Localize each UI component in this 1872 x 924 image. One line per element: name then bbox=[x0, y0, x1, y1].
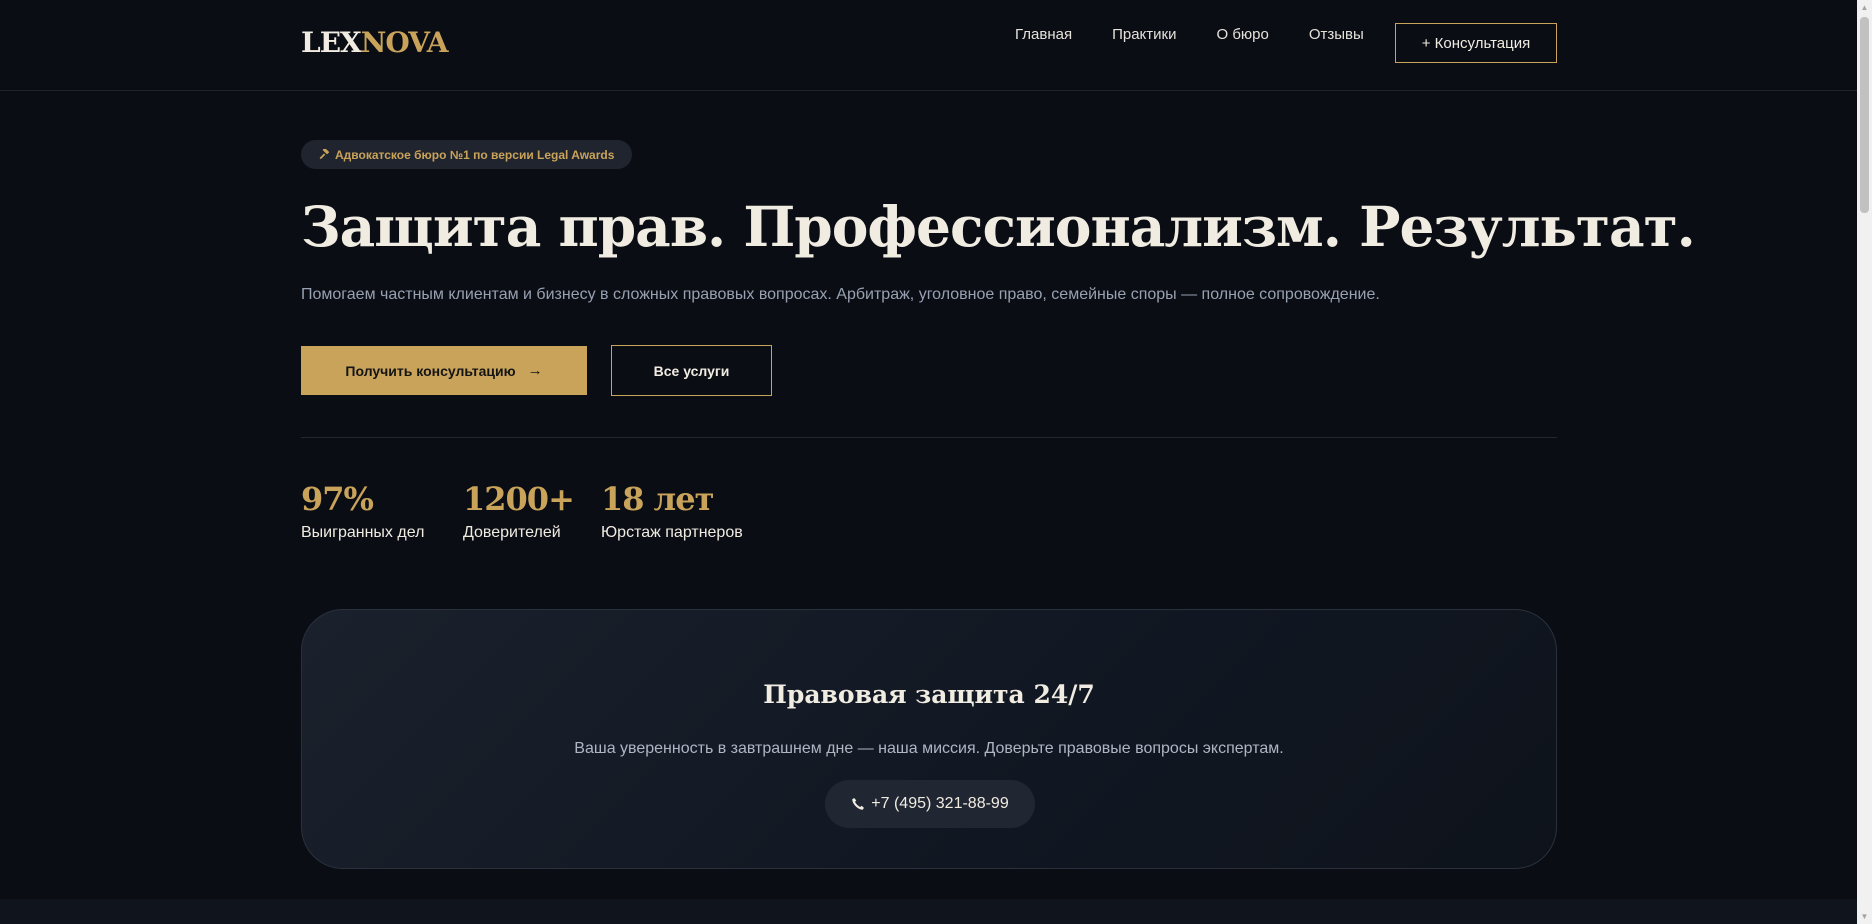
stat-clients: 1200+ Доверителей bbox=[463, 480, 575, 542]
phone-number: +7 (495) 321-88-99 bbox=[871, 795, 1009, 812]
next-section-edge bbox=[0, 899, 1857, 924]
stat-label: Доверителей bbox=[463, 524, 561, 541]
divider bbox=[301, 437, 1557, 438]
page-scrollbar[interactable]: ▲ ▼ bbox=[1857, 0, 1872, 924]
all-services-button[interactable]: Все услуги bbox=[611, 345, 772, 396]
stat-cases-won: 97% Выигранных дел bbox=[301, 480, 424, 542]
nav-link-about[interactable]: О бюро bbox=[1216, 26, 1268, 43]
stat-value: 1200+ bbox=[463, 480, 575, 518]
stat-label: Выигранных дел bbox=[301, 524, 425, 541]
card-title: Правовая защита 24/7 bbox=[763, 680, 1095, 709]
stat-value: 97% bbox=[301, 480, 374, 518]
logo-lex: LEX bbox=[301, 26, 362, 59]
logo[interactable]: LEXNOVA bbox=[301, 26, 449, 59]
card-subtitle: Ваша уверенность в завтрашнем дне — наша… bbox=[574, 740, 1284, 757]
scroll-down-icon[interactable]: ▼ bbox=[1857, 909, 1872, 924]
main-nav: Главная Практики О бюро Отзывы bbox=[1015, 26, 1404, 43]
get-consultation-label: Получить консультацию bbox=[345, 362, 516, 379]
stat-value: 18 лет bbox=[601, 480, 714, 518]
logo-nova: NOVA bbox=[360, 26, 449, 59]
consultation-button[interactable]: + Консультация bbox=[1395, 23, 1557, 63]
hero-title: Защита прав. Профессионализм. Результат. bbox=[301, 194, 1696, 259]
badge-text: Адвокатское бюро №1 по версии Legal Awar… bbox=[335, 147, 615, 162]
gavel-icon bbox=[319, 149, 330, 159]
nav-link-home[interactable]: Главная bbox=[1015, 26, 1072, 43]
page: LEXNOVA Главная Практики О бюро Отзывы +… bbox=[0, 0, 1857, 924]
scroll-up-icon[interactable]: ▲ bbox=[1857, 0, 1872, 15]
nav-link-reviews[interactable]: Отзывы bbox=[1309, 26, 1364, 43]
site-header: LEXNOVA Главная Практики О бюро Отзывы +… bbox=[0, 0, 1857, 91]
phone-icon bbox=[852, 798, 865, 810]
get-consultation-button[interactable]: Получить консультацию → bbox=[301, 346, 587, 395]
stat-experience: 18 лет Юрстаж партнеров bbox=[601, 480, 743, 542]
arrow-right-icon: → bbox=[527, 362, 543, 379]
award-badge: Адвокатское бюро №1 по версии Legal Awar… bbox=[301, 140, 633, 169]
scrollbar-thumb[interactable] bbox=[1860, 17, 1869, 213]
stat-label: Юрстаж партнеров bbox=[601, 524, 743, 541]
phone-button[interactable]: +7 (495) 321-88-99 bbox=[825, 780, 1035, 828]
legal-protection-card: Правовая защита 24/7 Ваша уверенность в … bbox=[301, 609, 1557, 869]
hero-subtitle: Помогаем частным клиентам и бизнесу в сл… bbox=[301, 286, 1380, 303]
nav-link-practices[interactable]: Практики bbox=[1112, 26, 1176, 43]
